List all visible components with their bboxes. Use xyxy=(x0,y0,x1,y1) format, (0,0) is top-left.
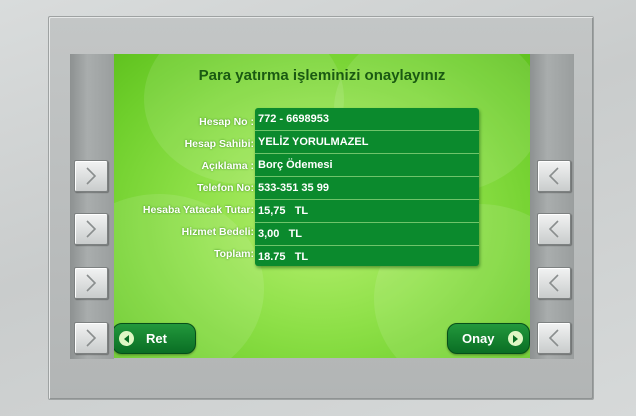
left-function-key-4[interactable] xyxy=(74,322,108,354)
value-service-fee: 3,00 TL xyxy=(255,224,479,246)
label-description: Açıklama : xyxy=(201,160,254,172)
value-deposit-amount: 15,75 TL xyxy=(255,201,479,223)
left-function-key-2[interactable] xyxy=(74,213,108,245)
chevron-left-icon xyxy=(548,167,559,185)
chevron-right-icon xyxy=(86,220,97,238)
left-function-key-1[interactable] xyxy=(74,160,108,192)
value-total: 18.75 TL xyxy=(258,251,309,263)
label-service-fee: Hizmet Bedeli: xyxy=(181,226,254,238)
label-deposit-amount: Hesaba Yatacak Tutar: xyxy=(142,204,254,216)
value-account-holder: YELİZ YORULMAZEL xyxy=(255,132,479,154)
chevron-left-icon xyxy=(548,274,559,292)
detail-values-panel: 772 - 6698953 YELİZ YORULMAZEL Borç Ödem… xyxy=(255,108,479,266)
chevron-right-icon xyxy=(86,329,97,347)
chevron-left-icon xyxy=(548,329,559,347)
value-account-number: 772 - 6698953 xyxy=(255,109,479,131)
detail-labels: Hesap No : Hesap Sahibi: Açıklama : Tele… xyxy=(114,111,254,265)
atm-screen: Para yatırma işleminizi onaylayınız Hesa… xyxy=(114,54,530,358)
label-total: Toplam: xyxy=(213,248,254,260)
left-function-key-3[interactable] xyxy=(74,267,108,299)
right-function-key-4[interactable] xyxy=(537,322,571,354)
label-account-number: Hesap No : xyxy=(199,116,254,128)
page-title: Para yatırma işleminizi onaylayınız xyxy=(198,67,446,84)
right-function-key-1[interactable] xyxy=(537,160,571,192)
chevron-right-icon xyxy=(86,167,97,185)
chevron-left-icon xyxy=(548,220,559,238)
cancel-button-label: Ret xyxy=(146,331,167,346)
arrow-left-circle-icon xyxy=(119,331,134,346)
confirm-button-label: Onay xyxy=(462,331,495,346)
left-key-strip xyxy=(70,54,114,359)
value-phone-number: 533-351 35 99 xyxy=(255,178,479,200)
right-function-key-2[interactable] xyxy=(537,213,571,245)
right-function-key-3[interactable] xyxy=(537,267,571,299)
value-description: Borç Ödemesi xyxy=(255,155,479,177)
arrow-right-circle-icon xyxy=(507,331,523,346)
cancel-button[interactable]: Ret xyxy=(114,323,196,354)
label-phone-number: Telefon No: xyxy=(197,182,254,194)
label-account-holder: Hesap Sahibi: xyxy=(184,138,254,150)
chevron-right-icon xyxy=(86,274,97,292)
right-key-strip xyxy=(530,54,574,359)
confirm-button[interactable]: Onay xyxy=(447,323,530,354)
